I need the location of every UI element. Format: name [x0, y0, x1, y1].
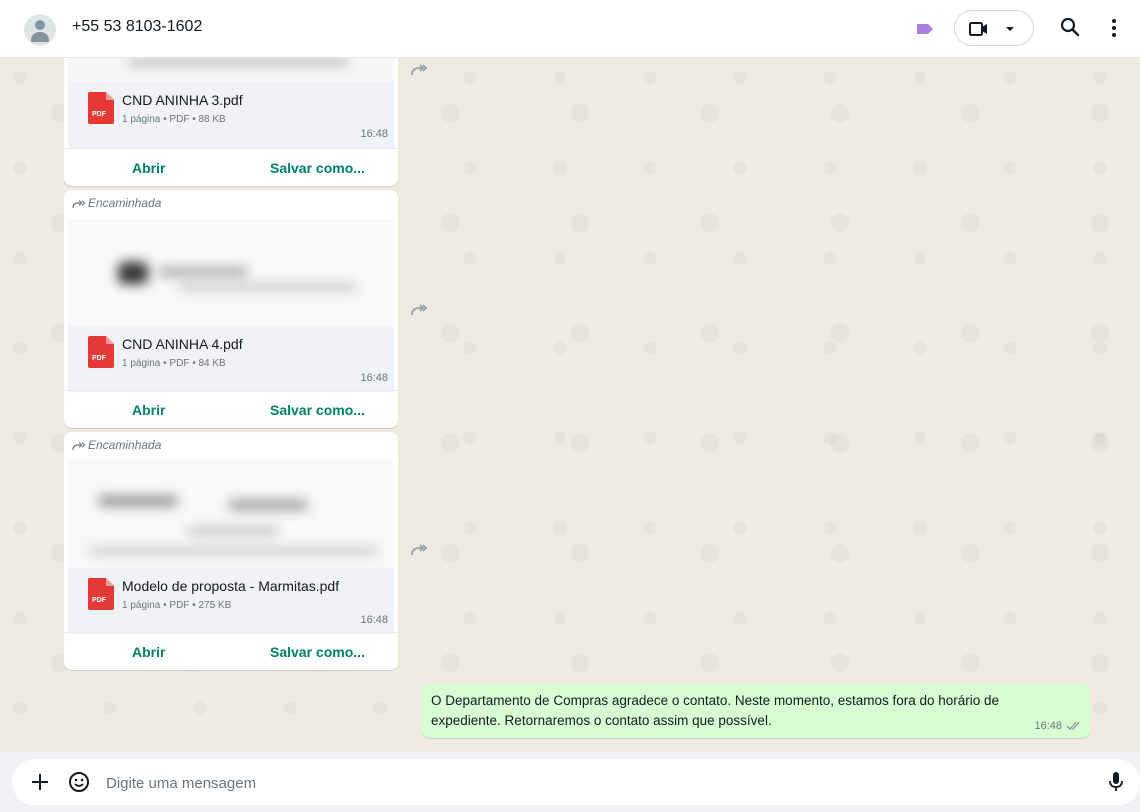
forward-icon[interactable] — [408, 540, 430, 562]
open-document-button[interactable]: Abrir — [132, 402, 165, 418]
emoji-sticker-icon[interactable] — [68, 771, 90, 793]
message-text: O Departamento de Compras agradece o con… — [431, 693, 1000, 728]
open-document-button[interactable]: Abrir — [132, 160, 165, 176]
document-file-name: CND ANINHA 3.pdf — [122, 92, 243, 108]
document-preview[interactable] — [68, 58, 394, 82]
video-call-icon — [969, 22, 987, 36]
save-as-button[interactable]: Salvar como... — [270, 402, 365, 418]
forwarded-label: Encaminhada — [72, 438, 161, 452]
chevron-down-icon — [1006, 27, 1014, 31]
document-file-meta: 1 página • PDF • 84 KB — [122, 358, 226, 369]
forwarded-label: Encaminhada — [72, 196, 161, 210]
document-preview[interactable] — [68, 218, 394, 326]
composer-box — [12, 759, 1140, 805]
document-actions: Abrir Salvar como... — [64, 390, 398, 428]
save-as-button[interactable]: Salvar como... — [270, 160, 365, 176]
contact-name[interactable]: +55 53 8103-1602 — [72, 18, 202, 36]
forwarded-icon — [72, 200, 86, 209]
message-time: 16:48 — [360, 128, 388, 140]
plus-icon[interactable] — [30, 772, 50, 792]
pdf-file-icon: PDF — [88, 336, 114, 368]
message-time: 16:48 — [360, 372, 388, 384]
search-icon[interactable] — [1060, 17, 1080, 37]
pdf-file-icon: PDF — [88, 92, 114, 124]
document-preview[interactable] — [68, 460, 394, 568]
more-vert-icon[interactable] — [1111, 18, 1117, 38]
document-message: PDF CND ANINHA 3.pdf 1 página • PDF • 88… — [64, 58, 398, 186]
document-file-meta: 1 página • PDF • 88 KB — [122, 114, 226, 125]
document-message: Encaminhada PDF Modelo de proposta - Mar… — [64, 432, 398, 670]
save-as-button[interactable]: Salvar como... — [270, 644, 365, 660]
open-document-button[interactable]: Abrir — [132, 644, 165, 660]
chat-header: +55 53 8103-1602 — [0, 0, 1140, 58]
forwarded-text: Encaminhada — [88, 438, 162, 452]
label-icon[interactable] — [916, 23, 934, 35]
forward-icon[interactable] — [408, 300, 430, 322]
document-actions: Abrir Salvar como... — [64, 632, 398, 670]
message-input[interactable] — [104, 769, 1088, 797]
document-file-row[interactable]: PDF Modelo de proposta - Marmitas.pdf 1 … — [68, 568, 394, 634]
document-file-name: Modelo de proposta - Marmitas.pdf — [122, 578, 340, 594]
video-call-button[interactable] — [954, 10, 1034, 46]
avatar-icon[interactable] — [24, 14, 56, 46]
forwarded-text: Encaminhada — [88, 196, 162, 210]
document-file-name: CND ANINHA 4.pdf — [122, 336, 243, 352]
document-file-row[interactable]: PDF CND ANINHA 3.pdf 1 página • PDF • 88… — [68, 82, 394, 148]
pdf-file-icon: PDF — [88, 578, 114, 610]
forward-icon[interactable] — [408, 60, 430, 82]
double-check-icon — [1066, 721, 1080, 730]
svg-text:PDF: PDF — [92, 355, 107, 362]
chat-area: PDF CND ANINHA 3.pdf 1 página • PDF • 88… — [0, 58, 1140, 752]
document-message: Encaminhada PDF CND ANINHA 4.pdf 1 págin… — [64, 190, 398, 428]
document-file-meta: 1 página • PDF • 275 KB — [122, 600, 232, 611]
outgoing-message: O Departamento de Compras agradece o con… — [422, 684, 1090, 738]
forwarded-icon — [72, 442, 86, 451]
message-time: 16:48 — [1034, 720, 1062, 732]
svg-text:PDF: PDF — [92, 597, 107, 604]
message-time: 16:48 — [360, 614, 388, 626]
document-file-row[interactable]: PDF CND ANINHA 4.pdf 1 página • PDF • 84… — [68, 326, 394, 392]
svg-text:PDF: PDF — [92, 111, 107, 118]
message-composer — [0, 752, 1140, 812]
microphone-icon[interactable] — [1108, 771, 1124, 793]
document-actions: Abrir Salvar como... — [64, 148, 398, 186]
